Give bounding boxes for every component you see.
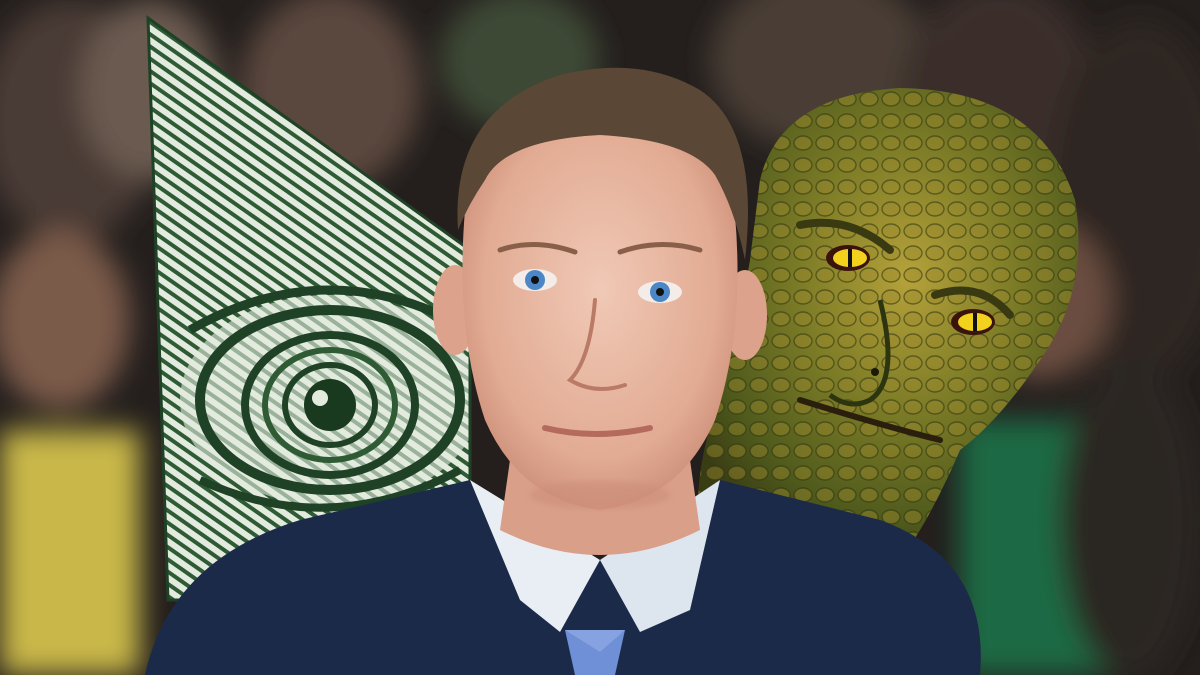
photo-collage bbox=[0, 0, 1200, 675]
eye-left bbox=[513, 269, 557, 291]
eye-right bbox=[638, 281, 682, 303]
collage-illustration bbox=[0, 0, 1200, 675]
face bbox=[462, 110, 738, 510]
reptile-eye-right bbox=[951, 309, 995, 335]
reptile-eye-left bbox=[826, 245, 870, 271]
